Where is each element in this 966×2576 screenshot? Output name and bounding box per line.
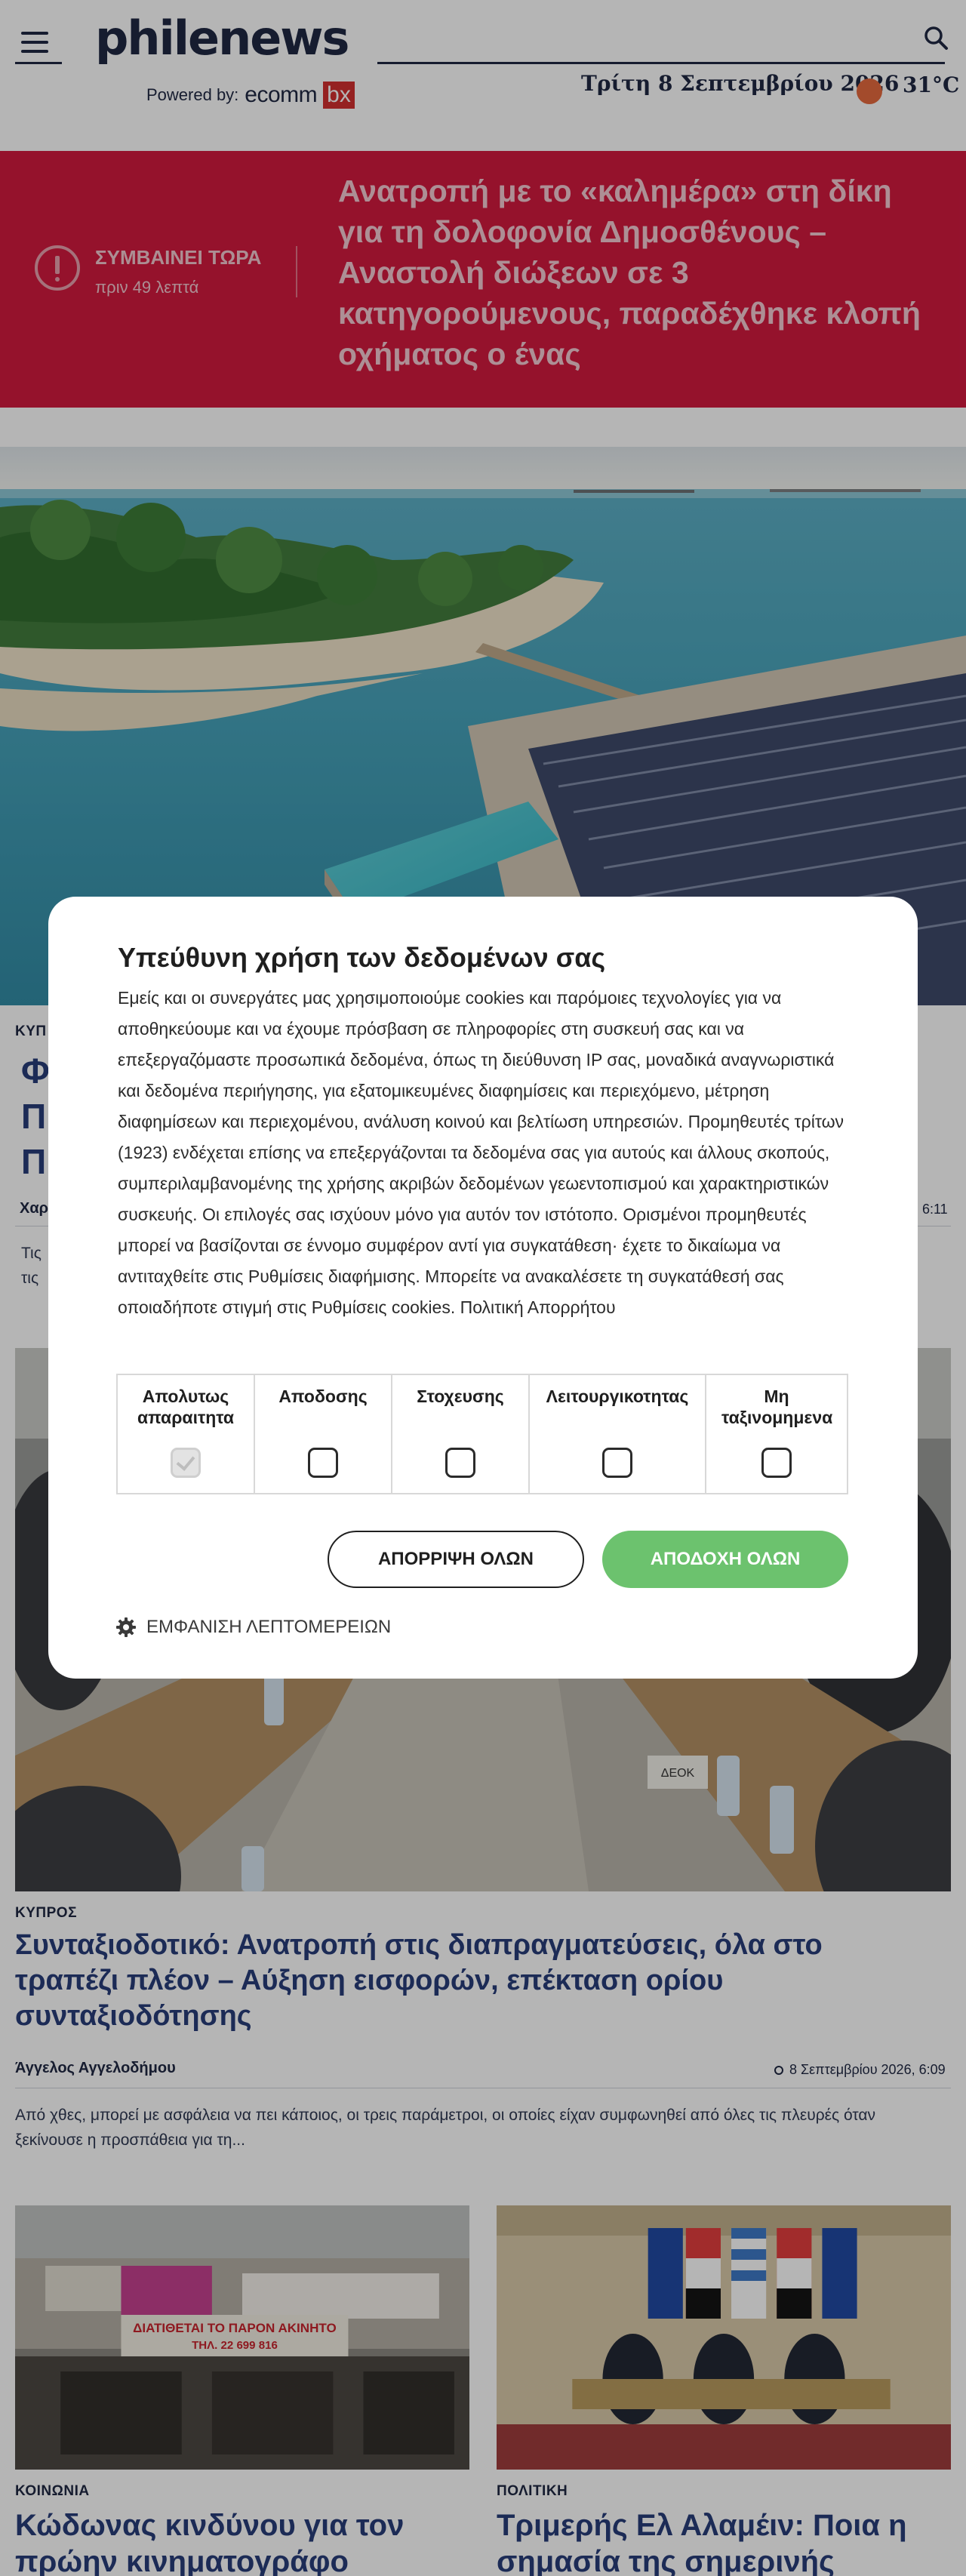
consent-title: Υπεύθυνη χρήση των δεδομένων σας (118, 942, 606, 973)
consent-category-unclassified: Μη ταξινομημενα (706, 1375, 847, 1493)
performance-checkbox[interactable] (308, 1448, 338, 1478)
reject-all-button[interactable]: ΑΠΟΡΡΙΨΗ ΟΛΩΝ (328, 1531, 584, 1588)
consent-category-performance: Αποδοσης (255, 1375, 392, 1493)
targeting-checkbox[interactable] (445, 1448, 475, 1478)
consent-category-label: Μη ταξινομημενα (721, 1386, 833, 1427)
show-details-button[interactable]: ΕΜΦΑΝΙΣΗ ΛΕΠΤΟΜΕΡΕΙΩΝ (116, 1617, 391, 1638)
consent-category-label: Απολυτως απαραιτητα (137, 1386, 235, 1427)
gear-icon (116, 1617, 136, 1637)
consent-category-necessary: Απολυτως απαραιτητα (118, 1375, 255, 1493)
consent-body: Εμείς και οι συνεργάτες μας χρησιμοποιού… (118, 988, 844, 1317)
necessary-checkbox (171, 1448, 201, 1478)
accept-all-button[interactable]: ΑΠΟΔΟΧΗ ΟΛΩΝ (602, 1531, 848, 1588)
consent-category-label: Αποδοσης (278, 1386, 368, 1406)
consent-category-label: Στοχευσης (417, 1386, 504, 1406)
consent-category-targeting: Στοχευσης (392, 1375, 530, 1493)
consent-category-table: Απολυτως απαραιτητα Αποδοσης Στοχευσης Λ… (116, 1374, 848, 1494)
functionality-checkbox[interactable] (602, 1448, 632, 1478)
cookie-consent-dialog: Υπεύθυνη χρήση των δεδομένων σας Εμείς κ… (48, 897, 918, 1679)
consent-category-functionality: Λειτουργικοτητας (530, 1375, 706, 1493)
consent-category-label: Λειτουργικοτητας (546, 1386, 689, 1406)
unclassified-checkbox[interactable] (761, 1448, 792, 1478)
show-details-label: ΕΜΦΑΝΙΣΗ ΛΕΠΤΟΜΕΡΕΙΩΝ (146, 1617, 392, 1637)
